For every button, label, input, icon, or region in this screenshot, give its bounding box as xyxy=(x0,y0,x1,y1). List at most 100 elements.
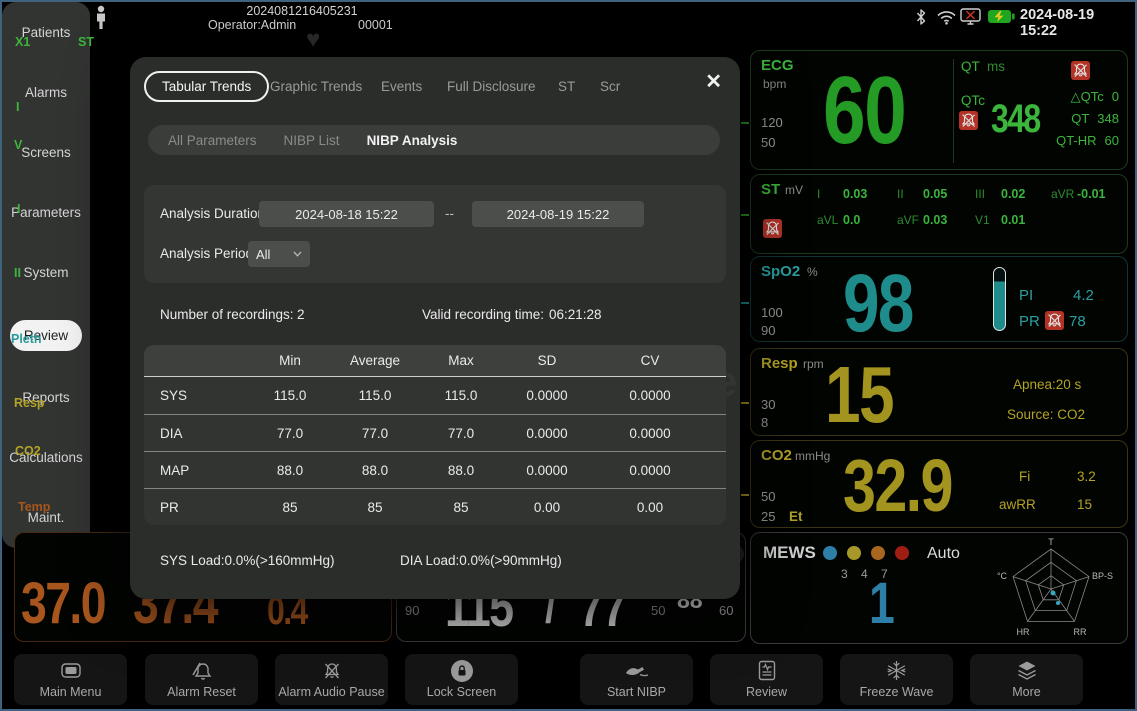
wave-label-temp: Temp xyxy=(18,500,50,514)
analysis-period-value: All xyxy=(256,247,270,262)
co2-et-label: Et xyxy=(789,509,803,524)
alarm-audio-pause-icon xyxy=(322,661,342,681)
table-header-min: Min xyxy=(248,353,332,368)
waveform-tick xyxy=(741,494,749,496)
analysis-settings-panel: Analysis Duration: 2024-08-18 15:22 -- 2… xyxy=(144,185,726,283)
mews-threshold-1: 3 xyxy=(841,567,848,581)
spo2-label: SpO2 xyxy=(761,263,800,280)
tab-st[interactable]: ST xyxy=(558,79,575,94)
tab-graphic-trends[interactable]: Graphic Trends xyxy=(270,79,362,94)
sidebar-item-screens[interactable]: Screens xyxy=(17,139,75,166)
tab-full-disclosure[interactable]: Full Disclosure xyxy=(447,79,536,94)
co2-label: CO2 xyxy=(761,447,792,464)
radar-label-bps: BP-S xyxy=(1092,571,1113,581)
tab-events[interactable]: Events xyxy=(381,79,422,94)
duration-separator: -- xyxy=(445,206,454,221)
mews-dot-yellow xyxy=(847,546,861,560)
waveform-tick xyxy=(741,302,749,304)
alarm-audio-pause-button[interactable]: Alarm Audio Pause xyxy=(275,654,388,705)
lock-screen-button[interactable]: Lock Screen xyxy=(405,654,518,705)
ecg-tile[interactable]: ECG bpm 120 50 60 QT ms QTc 348 △QTc 0 Q… xyxy=(750,50,1128,170)
qt-hr-label: QT-HR xyxy=(1056,133,1096,148)
apnea-setting: Apnea:20 s xyxy=(1013,377,1081,392)
table-row-map: MAP 88.0 88.0 88.0 0.0000 0.0000 xyxy=(144,451,726,488)
row-label: DIA xyxy=(160,426,248,441)
alarm-reset-button[interactable]: Alarm Reset xyxy=(145,654,258,705)
chevron-down-icon xyxy=(293,251,302,257)
qtc-label: QTc xyxy=(961,93,985,108)
qt-hr-row: QT-HR 60 xyxy=(1056,133,1119,148)
review-button[interactable]: Review xyxy=(710,654,823,705)
bluetooth-icon xyxy=(915,8,927,31)
row-label: PR xyxy=(160,500,248,515)
row-label: MAP xyxy=(160,463,248,478)
st-lead-value: 0.05 xyxy=(923,187,947,201)
cell-max: 115.0 xyxy=(418,388,504,403)
wave-label-lead1: I xyxy=(16,100,19,114)
table-header-cv: CV xyxy=(590,353,710,368)
cell-max: 85 xyxy=(418,500,504,515)
sidebar-item-system[interactable]: System xyxy=(19,259,72,286)
mews-tile[interactable]: MEWS 3 4 7 Auto 1 T BP-S RR HR °C xyxy=(750,532,1128,644)
analysis-period-dropdown[interactable]: All xyxy=(248,241,310,267)
spo2-limit-low: 90 xyxy=(761,323,775,338)
st-lead-value: 0.01 xyxy=(1001,213,1025,227)
ecg-limit-high: 120 xyxy=(761,115,783,130)
valid-time-label: Valid recording time: xyxy=(422,307,544,322)
mews-dot-red xyxy=(895,546,909,560)
st-lead-name: I xyxy=(817,187,843,201)
subtab-bar: All Parameters NIBP List NIBP Analysis xyxy=(148,125,720,155)
pi-value: 4.2 xyxy=(1073,287,1094,304)
delta-qtc-row: △QTc 0 xyxy=(1071,89,1119,105)
patient-id: 00001 xyxy=(358,18,393,32)
gain-label: X1 xyxy=(15,35,30,49)
co2-tile[interactable]: CO2 mmHg 50 25 Et 32.9 Fi 3.2 awRR 15 xyxy=(750,440,1128,528)
freeze-wave-button[interactable]: Freeze Wave xyxy=(840,654,953,705)
st-tile[interactable]: ST mV I0.03 II0.05 III0.02 aVR-0.01 aVL0… xyxy=(750,174,1128,254)
close-icon[interactable]: ✕ xyxy=(705,69,722,94)
tab-tabular-trends[interactable]: Tabular Trends xyxy=(144,71,269,102)
cell-min: 77.0 xyxy=(248,426,332,441)
table-header-sd: SD xyxy=(504,353,590,368)
sidebar-item-alarms[interactable]: Alarms xyxy=(21,79,71,106)
spo2-level-indicator xyxy=(993,267,1006,331)
wave-label-lead1b: I xyxy=(17,202,20,216)
cell-max: 77.0 xyxy=(418,426,504,441)
duration-start-field[interactable]: 2024-08-18 15:22 xyxy=(259,201,434,227)
wave-label-pleth: Pleth xyxy=(11,332,42,346)
wave-label-lead2: II xyxy=(14,266,21,280)
table-header-max: Max xyxy=(418,353,504,368)
co2-limit-low: 25 xyxy=(761,509,775,524)
subtab-nibp-list[interactable]: NIBP List xyxy=(284,133,340,148)
awrr-label: awRR xyxy=(999,497,1036,512)
wave-label-resp: Resp xyxy=(14,396,45,410)
st-lead-name: III xyxy=(975,187,1001,201)
table-row-dia: DIA 77.0 77.0 77.0 0.0000 0.0000 xyxy=(144,414,726,451)
duration-end-field[interactable]: 2024-08-19 15:22 xyxy=(472,201,644,227)
co2-limit-high: 50 xyxy=(761,489,775,504)
layers-icon xyxy=(1016,661,1038,681)
resp-unit: rpm xyxy=(803,357,824,371)
cell-cv: 0.00 xyxy=(590,500,710,515)
spo2-limit-high: 100 xyxy=(761,305,783,320)
resp-tile[interactable]: Resp rpm 30 8 15 Apnea:20 s Source: CO2 xyxy=(750,348,1128,436)
subtab-all-parameters[interactable]: All Parameters xyxy=(168,133,257,148)
table-header-average: Average xyxy=(332,353,418,368)
start-nibp-button[interactable]: Start NIBP xyxy=(580,654,693,705)
cell-average: 77.0 xyxy=(332,426,418,441)
co2-unit: mmHg xyxy=(795,449,830,463)
st-lead-name: aVF xyxy=(897,213,923,227)
pr-label: PR xyxy=(1019,313,1040,330)
st-lead-name: V1 xyxy=(975,213,1001,227)
radar-label-hr: HR xyxy=(1017,627,1030,637)
more-button[interactable]: More xyxy=(970,654,1083,705)
main-menu-button[interactable]: Main Menu xyxy=(14,654,127,705)
subtab-nibp-analysis[interactable]: NIBP Analysis xyxy=(367,133,458,148)
qt-label: QT xyxy=(961,59,980,74)
alarm-off-icon xyxy=(1071,61,1090,80)
analysis-duration-label: Analysis Duration: xyxy=(160,206,269,221)
tab-screens-truncated[interactable]: Scr xyxy=(600,79,620,94)
clock-datetime: 2024-08-19 15:22 xyxy=(1020,7,1135,39)
st-lead-value: 0.02 xyxy=(1001,187,1025,201)
spo2-tile[interactable]: SpO2 % 100 90 98 PI 4.2 PR 78 xyxy=(750,256,1128,342)
